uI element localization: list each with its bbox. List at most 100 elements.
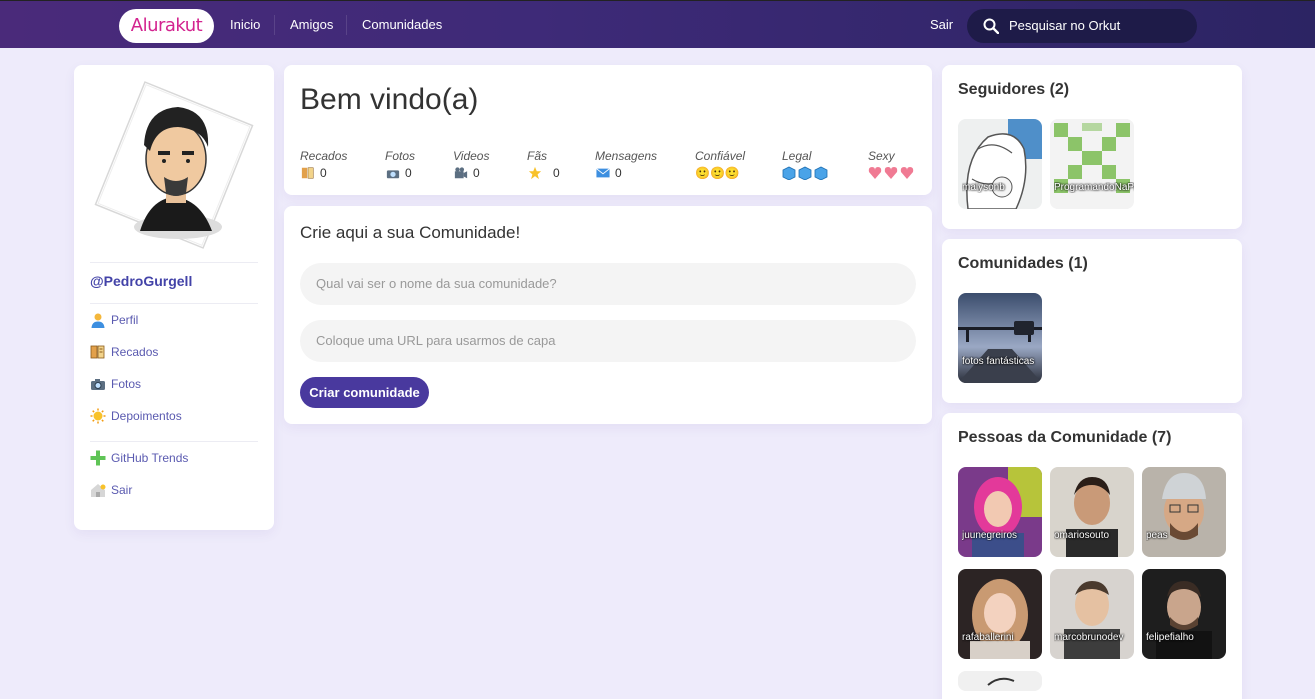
community-cover-image: [958, 293, 1042, 383]
follower-name: ProgramandoNaPratica: [1054, 182, 1134, 193]
menu-item-github-trends[interactable]: GitHub Trends: [90, 448, 188, 468]
community-image-url-input[interactable]: Coloque uma URL para usarmos de capa: [300, 320, 916, 362]
stat-recados: Recados 0: [300, 149, 347, 181]
community-people-title: Pessoas da Comunidade (7): [958, 429, 1172, 446]
person-tile[interactable]: rafaballerini: [958, 569, 1042, 659]
menu-label: Sair: [111, 483, 133, 497]
stat-label: Mensagens: [595, 149, 658, 163]
divider: [90, 262, 258, 263]
home-icon: [91, 484, 106, 497]
follower-avatar: [1050, 119, 1134, 209]
person-tile[interactable]: omariosouto: [1050, 467, 1134, 557]
person-avatar: [1142, 467, 1226, 557]
follower-tile[interactable]: malysonb: [958, 119, 1042, 209]
followers-title: Seguidores (2): [958, 81, 1070, 98]
follower-name: malysonb: [962, 182, 1005, 193]
heart-icons: [868, 165, 916, 181]
community-name: fotos fantásticas: [962, 356, 1035, 367]
community-tile[interactable]: fotos fantásticas: [958, 293, 1042, 383]
communities-title: Comunidades (1): [958, 255, 1088, 272]
menu-label: Fotos: [111, 377, 142, 391]
communities-card: Comunidades (1) fotos fantásticas: [942, 239, 1242, 403]
person-name: rafaballerini: [962, 632, 1014, 643]
logout-link[interactable]: Sair: [930, 1, 953, 49]
stat-fas: Fãs 0: [527, 149, 560, 181]
community-name-input[interactable]: Qual vai ser o nome da sua comunidade?: [300, 263, 916, 305]
menu-item-recados[interactable]: Recados: [90, 342, 158, 362]
community-people-card: Pessoas da Comunidade (7) juunegreiros o…: [942, 413, 1242, 699]
plus-icon: [90, 450, 106, 466]
person-name: peas: [1146, 530, 1168, 541]
welcome-card: Bem vindo(a) Recados 0 Fotos 0 Videos 0 …: [284, 65, 932, 195]
profile-sidebar: @PedroGurgell Perfil Recados Fotos Depoi…: [74, 65, 274, 530]
create-community-title: Crie aqui a sua Comunidade!: [300, 223, 521, 242]
stat-sexy: Sexy: [868, 149, 916, 181]
person-avatar: [958, 671, 1042, 691]
nav-divider: [274, 15, 275, 35]
menu-item-fotos[interactable]: Fotos: [90, 374, 141, 394]
person-tile[interactable]: marcobrunodev: [1050, 569, 1134, 659]
stat-label: Confiável: [695, 149, 746, 163]
stat-value: 0: [320, 166, 327, 180]
person-name: marcobrunodev: [1054, 632, 1124, 643]
stat-label: Videos: [453, 149, 490, 163]
stat-label: Fãs: [527, 149, 548, 163]
follower-avatar: [958, 119, 1042, 209]
person-name: omariosouto: [1054, 530, 1110, 541]
person-tile[interactable]: [958, 671, 1042, 691]
user-icon: [91, 313, 105, 328]
create-community-button[interactable]: Criar comunidade: [300, 377, 429, 408]
ice-cube-icons: [782, 165, 830, 181]
profile-handle-link[interactable]: @PedroGurgell: [90, 273, 192, 289]
menu-label: Depoimentos: [111, 409, 182, 423]
stat-mensagens: Mensagens 0: [595, 149, 657, 181]
star-icon: [528, 166, 542, 180]
menu-label: GitHub Trends: [111, 451, 189, 465]
person-avatar: [958, 467, 1042, 557]
stat-label: Fotos: [385, 149, 416, 163]
envelope-icon: [596, 168, 610, 178]
top-navbar: Alurakut Inicio Amigos Comunidades Sair …: [0, 0, 1315, 48]
stat-videos: Videos 0: [453, 149, 489, 181]
person-avatar: [958, 569, 1042, 659]
menu-label: Perfil: [111, 313, 139, 327]
person-avatar: [1050, 569, 1134, 659]
followers-card: Seguidores (2) malysonb ProgramandoNaPra…: [942, 65, 1242, 229]
search-label: Pesquisar no Orkut: [1009, 18, 1121, 33]
smiley-icons: 🙂🙂🙂: [695, 166, 740, 180]
follower-tile[interactable]: ProgramandoNaPratica: [1050, 119, 1134, 209]
nav-divider: [346, 15, 347, 35]
avatar: [90, 81, 258, 249]
person-avatar: [1142, 569, 1226, 659]
stat-legal: Legal: [782, 149, 830, 181]
menu-item-depoimentos[interactable]: Depoimentos: [90, 406, 182, 426]
stat-value: 0: [473, 166, 480, 180]
stat-label: Sexy: [868, 149, 895, 163]
welcome-title: Bem vindo(a): [300, 83, 479, 116]
stat-confiavel: Confiável 🙂🙂🙂: [695, 149, 745, 181]
menu-item-sair[interactable]: Sair: [90, 480, 132, 500]
book-icon: [90, 345, 105, 359]
stat-value: 0: [553, 166, 560, 180]
menu-item-perfil[interactable]: Perfil: [90, 310, 138, 330]
person-name: felipefialho: [1146, 632, 1194, 643]
alurakut-logo[interactable]: Alurakut: [119, 9, 214, 43]
search-box[interactable]: Pesquisar no Orkut: [967, 9, 1197, 43]
person-name: juunegreiros: [962, 530, 1018, 541]
stat-label: Legal: [782, 149, 812, 163]
person-tile[interactable]: felipefialho: [1142, 569, 1226, 659]
stat-fotos: Fotos 0: [385, 149, 415, 181]
nav-inicio-link[interactable]: Inicio: [230, 1, 260, 49]
person-tile[interactable]: peas: [1142, 467, 1226, 557]
nav-amigos-link[interactable]: Amigos: [290, 1, 333, 49]
stat-value: 0: [615, 166, 622, 180]
menu-label: Recados: [111, 345, 159, 359]
stat-label: Recados: [300, 149, 348, 163]
divider: [90, 303, 258, 304]
person-tile[interactable]: juunegreiros: [958, 467, 1042, 557]
divider: [90, 441, 258, 442]
search-icon: [983, 18, 999, 34]
sun-icon: [90, 408, 106, 424]
create-community-card: Crie aqui a sua Comunidade! Qual vai ser…: [284, 206, 932, 424]
nav-comunidades-link[interactable]: Comunidades: [362, 1, 442, 49]
